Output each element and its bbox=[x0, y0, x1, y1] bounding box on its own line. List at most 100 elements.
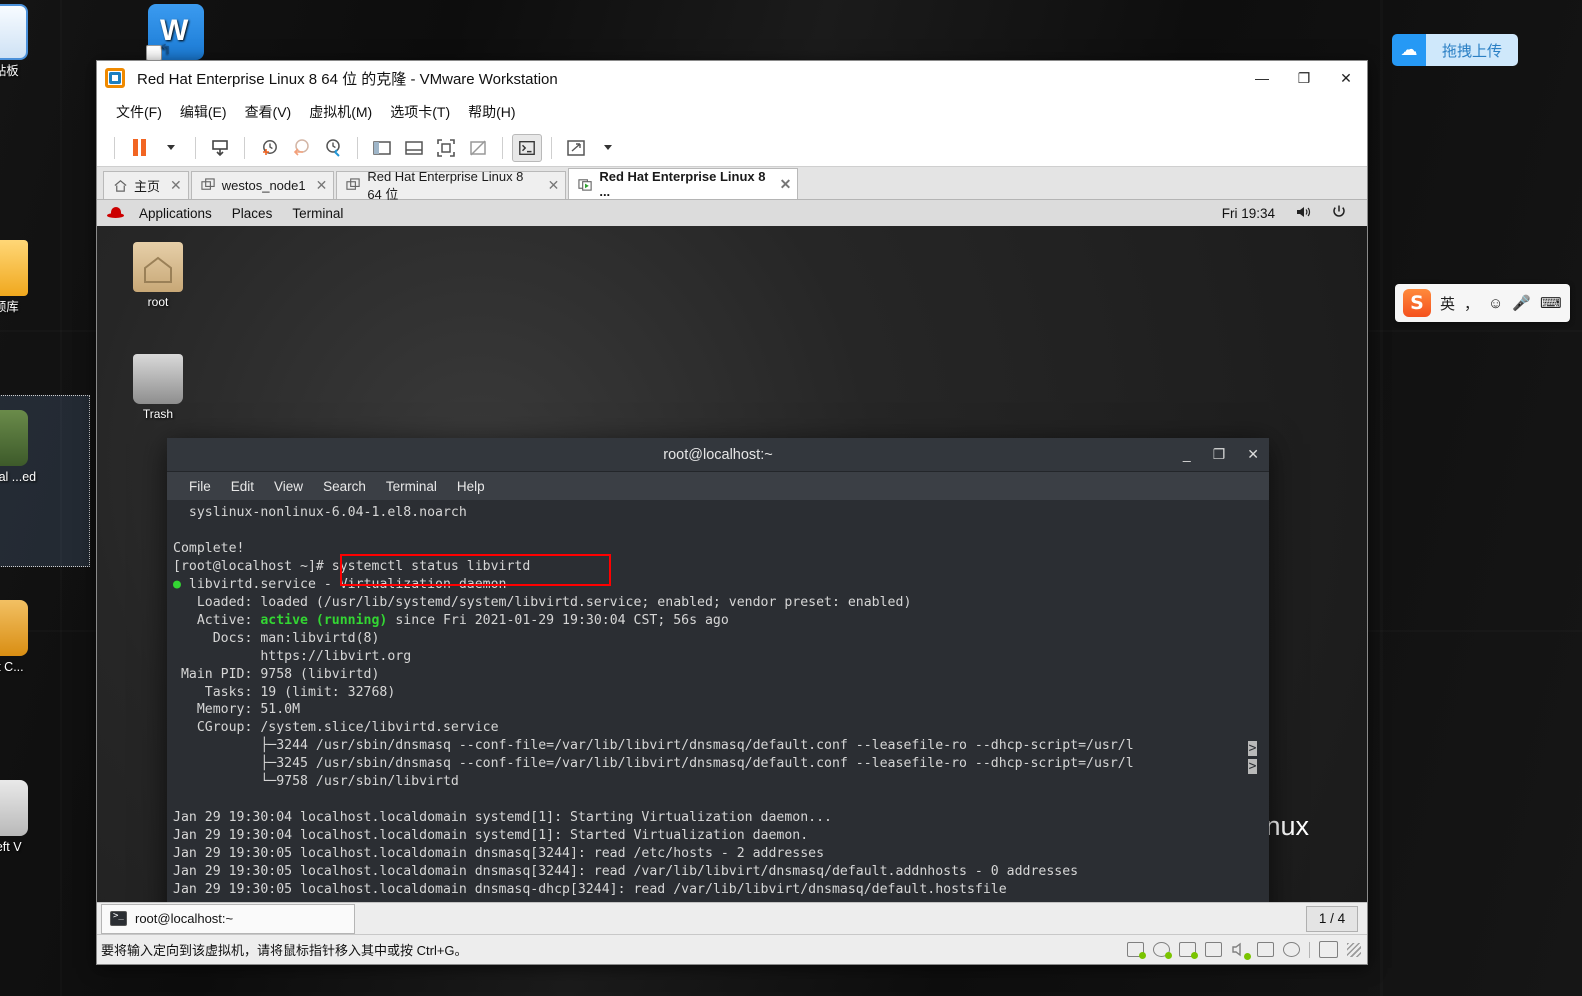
keyboard-icon[interactable]: ⌨ bbox=[1540, 294, 1562, 312]
stretch-dropdown-caret-icon[interactable] bbox=[593, 134, 623, 162]
wps-office-icon: W bbox=[146, 4, 204, 61]
send-ctrl-alt-del-icon[interactable] bbox=[205, 134, 235, 162]
gnome-top-bar[interactable]: Applications Places Terminal Fri 19:34 bbox=[97, 200, 1367, 226]
tab-close-icon[interactable]: ✕ bbox=[316, 177, 328, 194]
terminal-title: root@localhost:~ bbox=[663, 446, 773, 463]
terminal-scrollbar[interactable] bbox=[1259, 500, 1269, 902]
sogou-ime-bar[interactable]: S 英 ， ☺ 🎤 ⌨ bbox=[1395, 284, 1570, 322]
terminal-menu-search[interactable]: Search bbox=[313, 476, 376, 497]
terminal-menu-edit[interactable]: Edit bbox=[221, 476, 264, 497]
network-adapter-device-icon[interactable] bbox=[1179, 942, 1198, 959]
tab-close-icon[interactable]: ✕ bbox=[780, 176, 792, 193]
menu-tabs[interactable]: 选项卡(T) bbox=[381, 98, 459, 126]
tab-rhel8-1-label: Red Hat Enterprise Linux 8 64 位 bbox=[367, 168, 524, 202]
terminal-menu-file[interactable]: File bbox=[179, 476, 221, 497]
vmware-workstation-window[interactable]: Red Hat Enterprise Linux 8 64 位 的克隆 - VM… bbox=[96, 60, 1368, 965]
game-icon bbox=[0, 410, 28, 466]
stretch-guest-icon[interactable] bbox=[561, 134, 591, 162]
gnome-clock[interactable]: Fri 19:34 bbox=[1212, 206, 1285, 221]
sound-device-icon[interactable] bbox=[1231, 942, 1251, 960]
workspace-page-indicator[interactable]: 1 / 4 bbox=[1306, 905, 1358, 932]
guest-taskbar-button-label: root@localhost:~ bbox=[135, 911, 234, 926]
tab-home[interactable]: 主页 ✕ bbox=[103, 171, 189, 199]
notes-icon[interactable] bbox=[1319, 941, 1338, 958]
menu-edit[interactable]: 编辑(E) bbox=[171, 98, 236, 126]
cd-dvd-device-icon[interactable] bbox=[1153, 942, 1172, 959]
ime-punctuation-button[interactable]: ， bbox=[1464, 293, 1479, 314]
vmware-tab-bar[interactable]: 主页 ✕ westos_node1 ✕ Red Hat Enterprise L… bbox=[97, 167, 1367, 202]
take-snapshot-icon[interactable] bbox=[254, 134, 284, 162]
sogou-logo-icon: S bbox=[1403, 289, 1431, 317]
tab-close-icon[interactable]: ✕ bbox=[548, 177, 560, 194]
gnome-applications-menu[interactable]: Applications bbox=[129, 206, 222, 221]
desktop-icon[interactable]: 视频库 bbox=[0, 240, 48, 314]
manage-snapshots-icon[interactable] bbox=[318, 134, 348, 162]
terminal-icon bbox=[110, 911, 127, 926]
tab-home-label: 主页 bbox=[134, 179, 161, 194]
menu-vm[interactable]: 虚拟机(M) bbox=[300, 98, 381, 126]
printer-device-icon[interactable] bbox=[1205, 942, 1222, 957]
volume-icon[interactable] bbox=[1285, 205, 1321, 222]
terminal-menu-view[interactable]: View bbox=[264, 476, 313, 497]
vmware-toolbar[interactable] bbox=[97, 129, 1367, 167]
vmware-logo-icon bbox=[105, 68, 125, 88]
resize-grip[interactable] bbox=[1347, 942, 1361, 957]
tab-rhel8-2[interactable]: Red Hat Enterprise Linux 8 ... ✕ bbox=[568, 168, 799, 199]
hard-disk-device-icon[interactable] bbox=[1127, 942, 1146, 959]
desktop-icon-home[interactable]: root bbox=[115, 242, 201, 309]
gnome-desktop[interactable]: root Trash Red Hat Enterprise Linux root… bbox=[97, 226, 1367, 902]
desktop-icon[interactable]: ...oft C... bbox=[0, 600, 48, 674]
menu-file[interactable]: 文件(F) bbox=[107, 98, 171, 126]
terminal-menu-terminal[interactable]: Terminal bbox=[376, 476, 447, 497]
usb-device-icon[interactable] bbox=[1257, 942, 1274, 957]
menu-help[interactable]: 帮助(H) bbox=[459, 98, 524, 126]
tab-westos-node1[interactable]: westos_node1 ✕ bbox=[190, 171, 335, 199]
desktop-icon[interactable]: ...heft V bbox=[0, 780, 48, 854]
terminal-output-area[interactable]: syslinux-nonlinux-6.04-1.el8.noarch Comp… bbox=[167, 500, 1269, 902]
show-thumbnail-bar-icon[interactable] bbox=[399, 134, 429, 162]
terminal-title-bar: root@localhost:~ _ ❐ ✕ bbox=[167, 438, 1269, 472]
terminal-minimize-button[interactable]: _ bbox=[1183, 446, 1191, 463]
baidu-upload-label: 拖拽上传 bbox=[1426, 34, 1519, 66]
camera-device-icon[interactable] bbox=[1283, 942, 1300, 957]
unity-mode-icon[interactable] bbox=[463, 134, 493, 162]
terminal-menu-bar[interactable]: File Edit View Search Terminal Help bbox=[167, 472, 1269, 500]
console-view-icon[interactable] bbox=[512, 133, 542, 162]
guest-screen[interactable]: Applications Places Terminal Fri 19:34 r… bbox=[97, 200, 1367, 902]
close-button[interactable]: ✕ bbox=[1325, 61, 1367, 95]
power-icon[interactable] bbox=[1321, 204, 1357, 223]
gnome-terminal-window[interactable]: root@localhost:~ _ ❐ ✕ File Edit View Se… bbox=[167, 438, 1269, 902]
desktop-icon-trash[interactable]: Trash bbox=[115, 354, 201, 421]
vmware-taskbar-row: root@localhost:~ 1 / 4 bbox=[97, 902, 1367, 934]
gnome-window-title[interactable]: Terminal bbox=[282, 206, 353, 221]
tab-westos-node1-label: westos_node1 bbox=[221, 178, 306, 193]
show-library-icon[interactable] bbox=[367, 134, 397, 162]
desktop-icon[interactable]: Survival ...ed bbox=[0, 410, 48, 484]
tab-rhel8-1[interactable]: Red Hat Enterprise Linux 8 64 位 ✕ bbox=[336, 169, 567, 202]
vmware-menu-bar[interactable]: 文件(F) 编辑(E) 查看(V) 虚拟机(M) 选项卡(T) 帮助(H) bbox=[97, 95, 1367, 129]
power-dropdown-caret-icon[interactable] bbox=[156, 134, 186, 162]
revert-snapshot-icon[interactable] bbox=[286, 134, 316, 162]
microphone-icon[interactable]: 🎤 bbox=[1512, 294, 1531, 312]
ime-mode-button[interactable]: 英 bbox=[1440, 293, 1455, 314]
pause-icon[interactable] bbox=[124, 134, 154, 162]
maximize-button[interactable]: ❐ bbox=[1283, 61, 1325, 95]
desktop-icon[interactable]: 剪贴板 bbox=[0, 4, 48, 78]
gnome-places-menu[interactable]: Places bbox=[222, 206, 283, 221]
guest-taskbar-button[interactable]: root@localhost:~ bbox=[101, 903, 355, 934]
terminal-close-button[interactable]: ✕ bbox=[1247, 446, 1259, 463]
terminal-menu-help[interactable]: Help bbox=[447, 476, 495, 497]
minimize-button[interactable]: — bbox=[1241, 61, 1283, 95]
vm-icon bbox=[346, 178, 361, 193]
terminal-maximize-button[interactable]: ❐ bbox=[1213, 446, 1226, 463]
full-screen-icon[interactable] bbox=[431, 134, 461, 162]
baidu-cloud-upload-widget[interactable]: ☁ 拖拽上传 bbox=[1392, 34, 1519, 66]
smiley-icon[interactable]: ☺ bbox=[1488, 295, 1503, 312]
vmware-device-tray[interactable] bbox=[1127, 941, 1361, 960]
menu-view[interactable]: 查看(V) bbox=[236, 98, 301, 126]
vmware-status-hint: 要将输入定向到该虚拟机，请将鼠标指针移入其中或按 Ctrl+G。 bbox=[101, 943, 468, 958]
terminal-text: syslinux-nonlinux-6.04-1.el8.noarch Comp… bbox=[171, 504, 1269, 902]
tab-close-icon[interactable]: ✕ bbox=[170, 177, 182, 194]
desktop-icon-trash-label: Trash bbox=[142, 407, 174, 421]
vm-running-icon bbox=[578, 177, 593, 192]
